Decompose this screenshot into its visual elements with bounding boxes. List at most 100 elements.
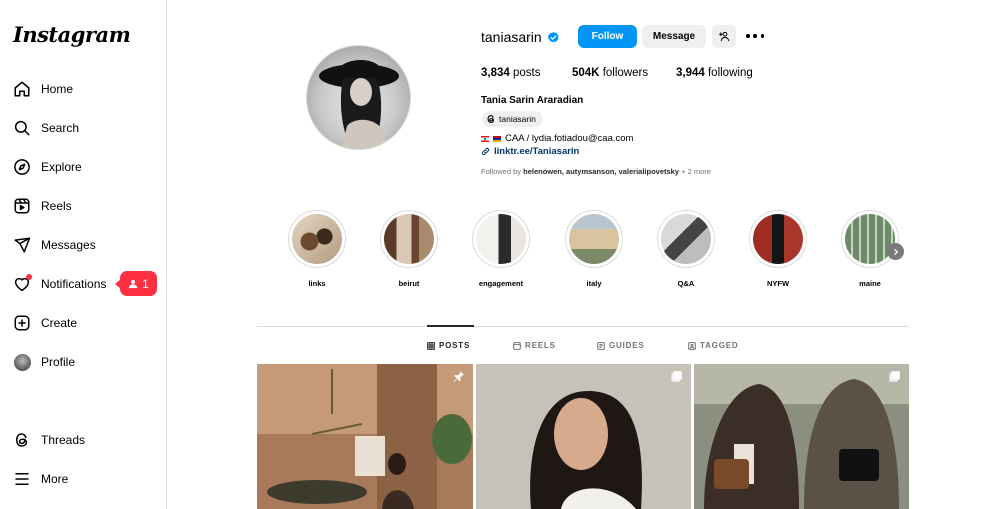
suggested-users-button[interactable] <box>712 25 736 48</box>
tab-reels[interactable]: REELS <box>513 341 556 350</box>
highlight-italy[interactable]: italy <box>564 210 624 288</box>
highlight-label: links <box>308 279 326 288</box>
verified-badge-icon <box>547 31 559 43</box>
profile-bio: CAA / lydia.fotiadou@caa.com <box>481 133 633 144</box>
profile-avatar[interactable] <box>306 45 411 150</box>
sidebar-item-more[interactable]: More <box>12 464 162 494</box>
post-tile[interactable] <box>694 364 909 509</box>
message-button[interactable]: Message <box>642 25 706 48</box>
posts-count: 3,834 <box>481 67 510 79</box>
notification-badge[interactable]: 1 <box>115 271 157 296</box>
post-tile[interactable] <box>257 364 473 509</box>
highlight-ring <box>288 210 346 268</box>
lebanon-flag-icon <box>481 135 489 142</box>
followed-by-names: helenowen, autymsanson, valerialipovetsk… <box>523 167 680 176</box>
sidebar-item-threads[interactable]: Threads <box>12 425 162 455</box>
posts-label: posts <box>512 67 541 79</box>
highlight-label: maine <box>859 279 881 288</box>
grid-icon <box>427 341 435 350</box>
highlight-ring <box>565 210 623 268</box>
highlight-ring <box>380 210 438 268</box>
profile-external-link[interactable]: linktr.ee/Taniasarin <box>481 146 579 157</box>
dot-icon <box>760 34 764 38</box>
link-icon <box>481 147 490 156</box>
instagram-logo[interactable]: Instagram <box>13 22 131 47</box>
carousel-icon <box>671 371 682 382</box>
tab-posts[interactable]: POSTS <box>427 341 470 350</box>
sidebar-item-reels[interactable]: Reels <box>12 191 162 221</box>
post-tile[interactable] <box>476 364 691 509</box>
threads-icon <box>12 430 32 450</box>
tab-label: TAGGED <box>700 341 739 350</box>
highlight-label: italy <box>586 279 602 288</box>
highlight-links[interactable]: links <box>287 210 347 288</box>
tab-label: GUIDES <box>609 341 645 350</box>
sidebar-item-label: Notifications <box>41 277 107 291</box>
reels-icon <box>513 341 521 350</box>
guides-icon <box>597 341 605 350</box>
sidebar-item-label: Explore <box>41 160 82 174</box>
menu-icon <box>12 469 32 489</box>
followed-by-prefix: Followed by <box>481 167 522 176</box>
profile-username: taniasarin <box>481 29 542 45</box>
profile-username-row: taniasarin <box>481 28 560 46</box>
post-image <box>476 364 691 509</box>
sidebar-item-profile[interactable]: Profile <box>12 347 162 377</box>
highlight-cover <box>753 214 803 264</box>
followers-count: 504K <box>572 67 600 79</box>
followers-stat[interactable]: 504K followers <box>572 67 648 79</box>
tag-user-icon <box>688 341 696 350</box>
highlight-beirut[interactable]: beirut <box>379 210 439 288</box>
search-icon <box>12 118 32 138</box>
following-stat[interactable]: 3,944 following <box>676 67 753 79</box>
sidebar-item-search[interactable]: Search <box>12 113 162 143</box>
highlight-ring <box>657 210 715 268</box>
reels-icon <box>12 196 32 216</box>
highlight-label: engagement <box>478 279 524 288</box>
chevron-right-icon <box>893 248 898 255</box>
tabs-divider <box>257 326 909 327</box>
highlight-label: NYFW <box>766 279 790 288</box>
highlight-ring <box>472 210 530 268</box>
followers-label: followers <box>602 67 649 79</box>
highlights-next-button[interactable] <box>887 243 904 260</box>
armenia-flag-icon <box>493 135 501 142</box>
pin-icon <box>453 371 464 382</box>
sidebar-item-label: Search <box>41 121 80 135</box>
compass-icon <box>12 157 32 177</box>
notification-dot <box>26 274 32 280</box>
add-user-icon <box>718 31 729 42</box>
active-tab-indicator <box>427 325 474 327</box>
tab-guides[interactable]: GUIDES <box>597 341 644 350</box>
plus-square-icon <box>12 313 32 333</box>
tab-label: POSTS <box>439 341 471 350</box>
following-label: following <box>707 67 753 79</box>
highlight-nyfw[interactable]: NYFW <box>748 210 808 288</box>
highlight-ring <box>841 210 899 268</box>
dot-icon <box>753 34 757 38</box>
sidebar-item-messages[interactable]: Messages <box>12 230 162 260</box>
threads-handle: taniasarin <box>499 114 536 124</box>
highlight-label: beirut <box>398 279 420 288</box>
highlight-engagement[interactable]: engagement <box>471 210 531 288</box>
posts-stat: 3,834 posts <box>481 67 540 79</box>
highlight-cover <box>845 214 895 264</box>
sidebar-item-label: Reels <box>41 199 72 213</box>
followed-by[interactable]: Followed by helenowen, autymsanson, vale… <box>481 167 711 176</box>
threads-badge[interactable]: taniasarin <box>482 111 543 127</box>
post-image <box>694 364 909 509</box>
sidebar: Instagram Home Search Explore Reels Mess… <box>0 0 167 509</box>
link-text: linktr.ee/Taniasarin <box>494 146 580 157</box>
sidebar-item-create[interactable]: Create <box>12 308 162 338</box>
options-more-button[interactable] <box>746 29 764 43</box>
sidebar-item-home[interactable]: Home <box>12 74 162 104</box>
tab-tagged[interactable]: TAGGED <box>688 341 738 350</box>
send-icon <box>12 235 32 255</box>
notification-count: 1 <box>142 276 149 291</box>
following-count: 3,944 <box>676 67 705 79</box>
sidebar-item-explore[interactable]: Explore <box>12 152 162 182</box>
dot-icon <box>746 34 750 38</box>
follow-button[interactable]: Follow <box>578 25 637 48</box>
profile-full-name: Tania Sarin Araradian <box>481 95 584 106</box>
highlight-qa[interactable]: Q&A <box>656 210 716 288</box>
